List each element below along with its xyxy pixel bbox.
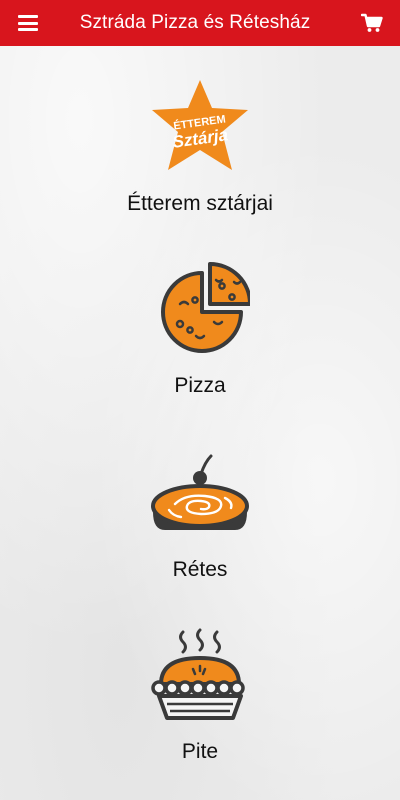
category-label: Pite bbox=[181, 740, 219, 763]
app-header: Sztráda Pizza és Rétesház bbox=[0, 0, 400, 46]
pizza-icon bbox=[145, 260, 255, 360]
app-title: Sztráda Pizza és Rétesház bbox=[79, 12, 311, 33]
category-retes[interactable]: Rétes bbox=[0, 444, 400, 582]
cart-button[interactable] bbox=[344, 0, 400, 46]
category-label: Pizza bbox=[174, 374, 226, 397]
shopping-cart-icon bbox=[361, 13, 383, 32]
category-etterem-sztarjai[interactable]: ÉTTEREM Sztárja Étterem sztárjai bbox=[0, 78, 400, 216]
pie-icon bbox=[145, 626, 255, 726]
category-pizza[interactable]: Pizza bbox=[0, 260, 400, 398]
category-list: ÉTTEREM Sztárja Étterem sztárjai Pizza R… bbox=[0, 46, 400, 800]
hamburger-menu-icon bbox=[18, 15, 38, 31]
category-label: Étterem sztárjai bbox=[127, 192, 273, 215]
strudel-icon bbox=[145, 444, 255, 544]
star-badge-icon: ÉTTEREM Sztárja bbox=[145, 78, 255, 178]
category-pite[interactable]: Pite bbox=[0, 626, 400, 764]
category-label: Rétes bbox=[172, 558, 228, 581]
